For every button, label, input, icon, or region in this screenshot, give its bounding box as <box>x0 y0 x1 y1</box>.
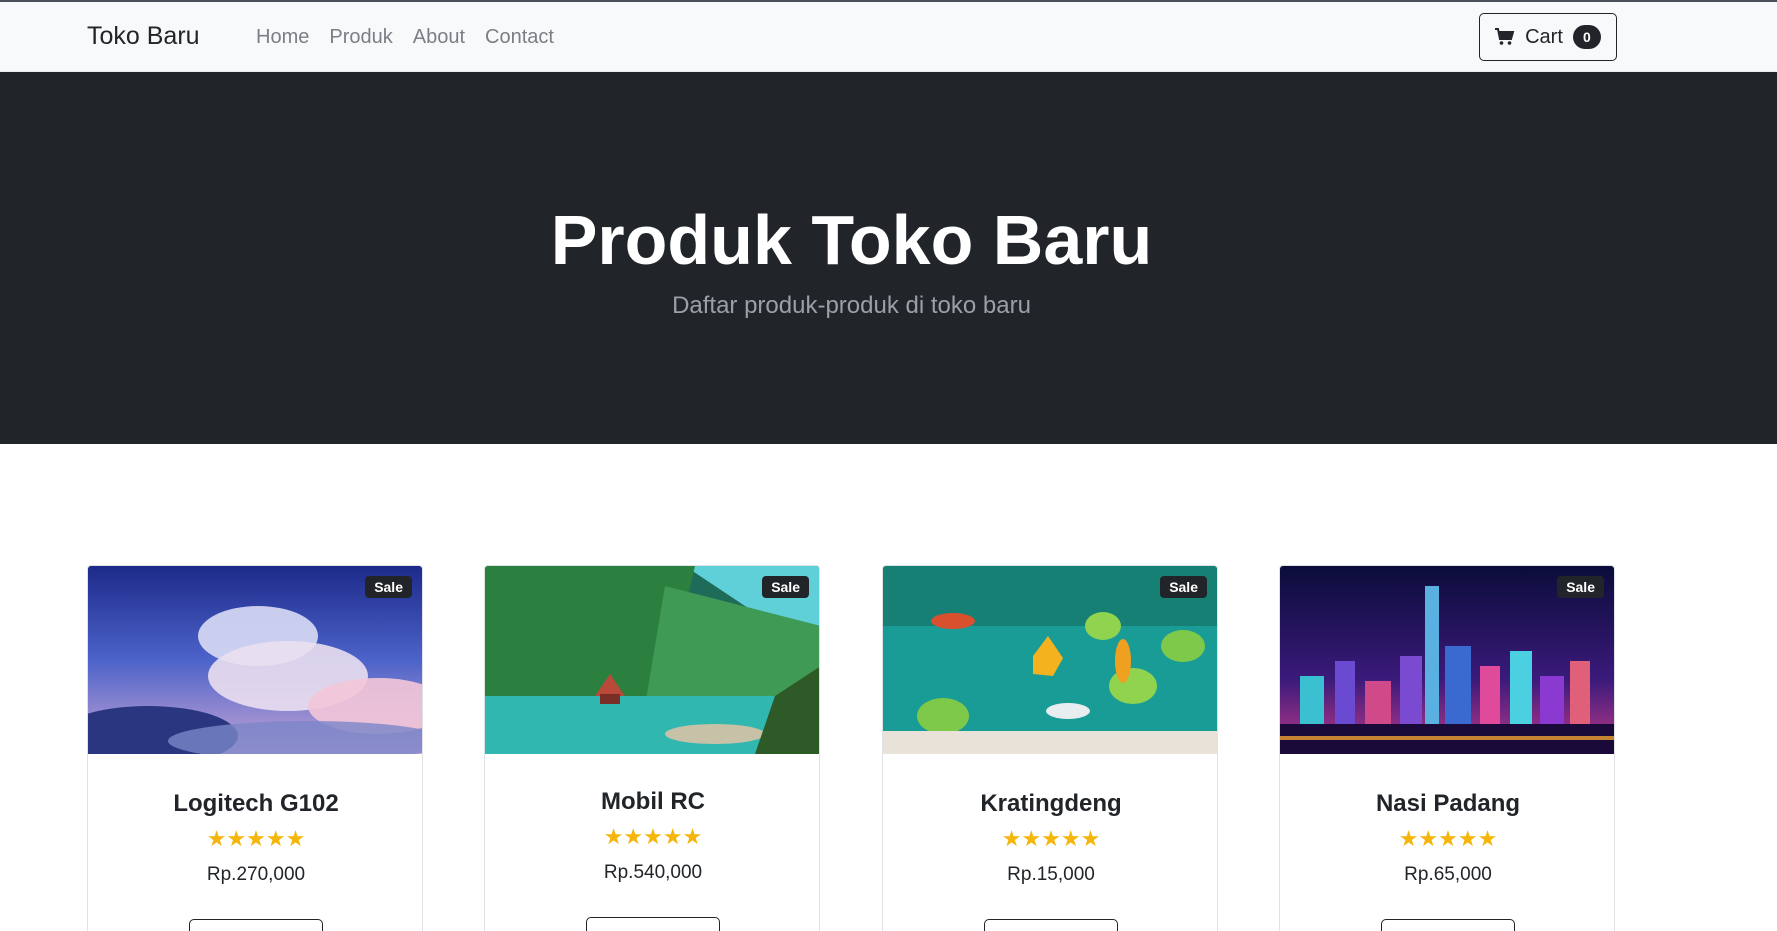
product-price: Rp.540,000 <box>603 862 703 883</box>
product-price: Rp.15,000 <box>1007 864 1095 885</box>
product-name: Kratingdeng <box>980 790 1122 817</box>
nav-links: Home Produk About Contact <box>256 26 554 49</box>
star-rating-icon: ★★★★★ <box>603 824 703 849</box>
add-to-cart-button[interactable] <box>189 919 323 931</box>
star-rating-icon: ★★★★★ <box>206 826 306 851</box>
sale-badge: Sale <box>762 576 809 598</box>
star-rating-icon: ★★★★★ <box>1398 826 1498 851</box>
product-card: Sale Mobil RC ★★★★★ Rp.540,000 <box>484 565 820 931</box>
product-card: Sale Logitech G102 ★★★★★ Rp.270,000 <box>87 565 423 931</box>
sale-badge: Sale <box>365 576 412 598</box>
hero-title: Produk Toko Baru <box>550 201 1153 279</box>
nav-link-produk[interactable]: Produk <box>329 26 392 49</box>
add-to-cart-button[interactable] <box>586 917 720 931</box>
sale-badge: Sale <box>1160 576 1207 598</box>
add-to-cart-button[interactable] <box>1381 919 1515 931</box>
product-name: Logitech G102 <box>173 790 339 817</box>
nav-link-home[interactable]: Home <box>256 26 309 49</box>
product-price: Rp.270,000 <box>206 864 306 885</box>
add-to-cart-button[interactable] <box>984 919 1118 931</box>
cart-button[interactable]: Cart 0 <box>1479 13 1617 61</box>
product-name: Nasi Padang <box>1375 790 1521 817</box>
hero-header: Produk Toko Baru Daftar produk-produk di… <box>0 72 1777 444</box>
nav-link-contact[interactable]: Contact <box>485 26 554 49</box>
cart-count-badge: 0 <box>1572 25 1601 49</box>
product-name: Mobil RC <box>601 788 705 815</box>
navbar: Toko Baru Home Produk About Contact Cart… <box>0 2 1777 72</box>
product-card: Sale Nasi Padang ★★★★★ Rp.65,000 <box>1279 565 1615 931</box>
brand-logo[interactable]: Toko Baru <box>87 22 200 51</box>
cart-label: Cart <box>1525 25 1563 48</box>
product-card: Sale Kratingdeng ★★★★★ Rp.15,000 <box>882 565 1218 931</box>
product-price: Rp.65,000 <box>1404 864 1492 885</box>
star-rating-icon: ★★★★★ <box>1001 826 1101 851</box>
nav-link-about[interactable]: About <box>413 26 465 49</box>
hero-subtitle: Daftar produk-produk di toko baru <box>672 292 1031 319</box>
sale-badge: Sale <box>1557 576 1604 598</box>
shopping-cart-icon <box>1495 28 1515 46</box>
